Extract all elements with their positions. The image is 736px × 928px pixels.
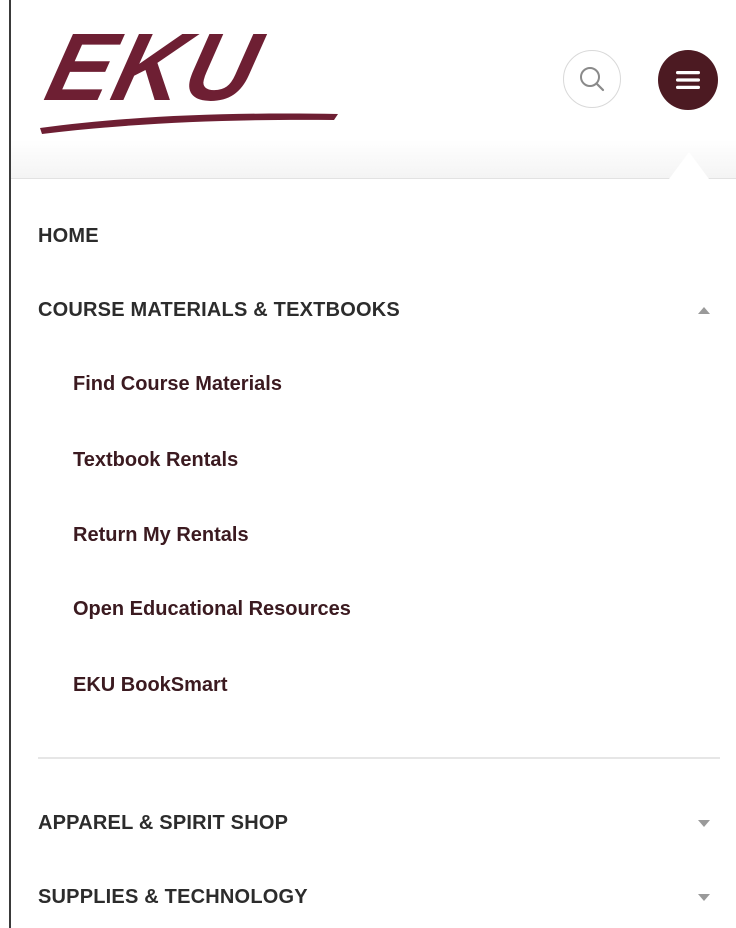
nav-item-supplies[interactable]: SUPPLIES & TECHNOLOGY: [38, 886, 308, 909]
nav-item-apparel[interactable]: APPAREL & SPIRIT SHOP: [38, 812, 288, 835]
sub-item-textbook-rentals[interactable]: Textbook Rentals: [73, 449, 238, 472]
search-button[interactable]: [563, 50, 621, 108]
eku-logo[interactable]: EKU: [37, 14, 358, 134]
sub-item-open-educational-resources[interactable]: Open Educational Resources: [73, 598, 351, 621]
sub-item-return-my-rentals[interactable]: Return My Rentals: [73, 524, 249, 547]
chevron-down-icon[interactable]: [695, 817, 713, 831]
chevron-up-icon[interactable]: [695, 303, 713, 317]
menu-pointer: [669, 152, 709, 179]
hamburger-icon: [676, 71, 700, 89]
sub-item-find-course-materials[interactable]: Find Course Materials: [73, 373, 282, 396]
sub-item-eku-booksmart[interactable]: EKU BookSmart: [73, 674, 227, 697]
menu-button[interactable]: [658, 50, 718, 110]
section-divider: [38, 757, 720, 759]
search-icon: [580, 67, 605, 92]
nav-item-course-materials[interactable]: COURSE MATERIALS & TEXTBOOKS: [38, 299, 400, 322]
logo-swoosh: [40, 113, 338, 134]
nav-menu: HOME COURSE MATERIALS & TEXTBOOKS Find C…: [11, 179, 736, 928]
chevron-down-icon[interactable]: [695, 891, 713, 905]
nav-item-home[interactable]: HOME: [38, 225, 99, 248]
